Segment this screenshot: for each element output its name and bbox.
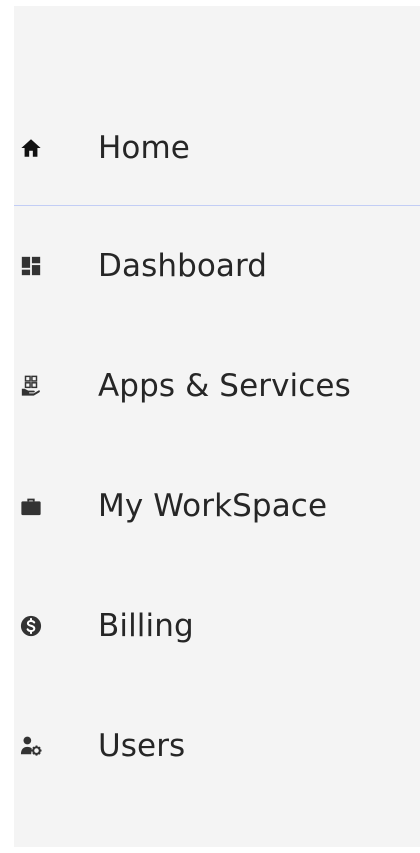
sidebar-item-my-workspace[interactable]: My WorkSpace bbox=[14, 446, 420, 566]
apps-services-icon bbox=[20, 375, 42, 397]
sidebar-item-label: Billing bbox=[98, 608, 194, 644]
briefcase-icon bbox=[20, 495, 42, 517]
user-settings-icon bbox=[20, 735, 42, 757]
sidebar-item-users[interactable]: Users bbox=[14, 686, 420, 806]
dashboard-icon bbox=[20, 255, 42, 277]
sidebar: Home Dashboard Apps & Services My WorkSp… bbox=[14, 6, 420, 847]
sidebar-item-label: Home bbox=[98, 129, 190, 166]
home-icon bbox=[20, 137, 42, 159]
sidebar-item-apps-services[interactable]: Apps & Services bbox=[14, 326, 420, 446]
sidebar-item-home[interactable]: Home bbox=[14, 90, 420, 206]
sidebar-nav: Home Dashboard Apps & Services My WorkSp… bbox=[14, 90, 420, 806]
sidebar-item-dashboard[interactable]: Dashboard bbox=[14, 206, 420, 326]
sidebar-item-label: My WorkSpace bbox=[98, 488, 328, 524]
sidebar-item-label: Dashboard bbox=[98, 248, 268, 284]
dollar-circle-icon bbox=[20, 615, 42, 637]
sidebar-item-label: Apps & Services bbox=[98, 368, 351, 404]
sidebar-item-label: Users bbox=[98, 728, 186, 764]
sidebar-item-billing[interactable]: Billing bbox=[14, 566, 420, 686]
